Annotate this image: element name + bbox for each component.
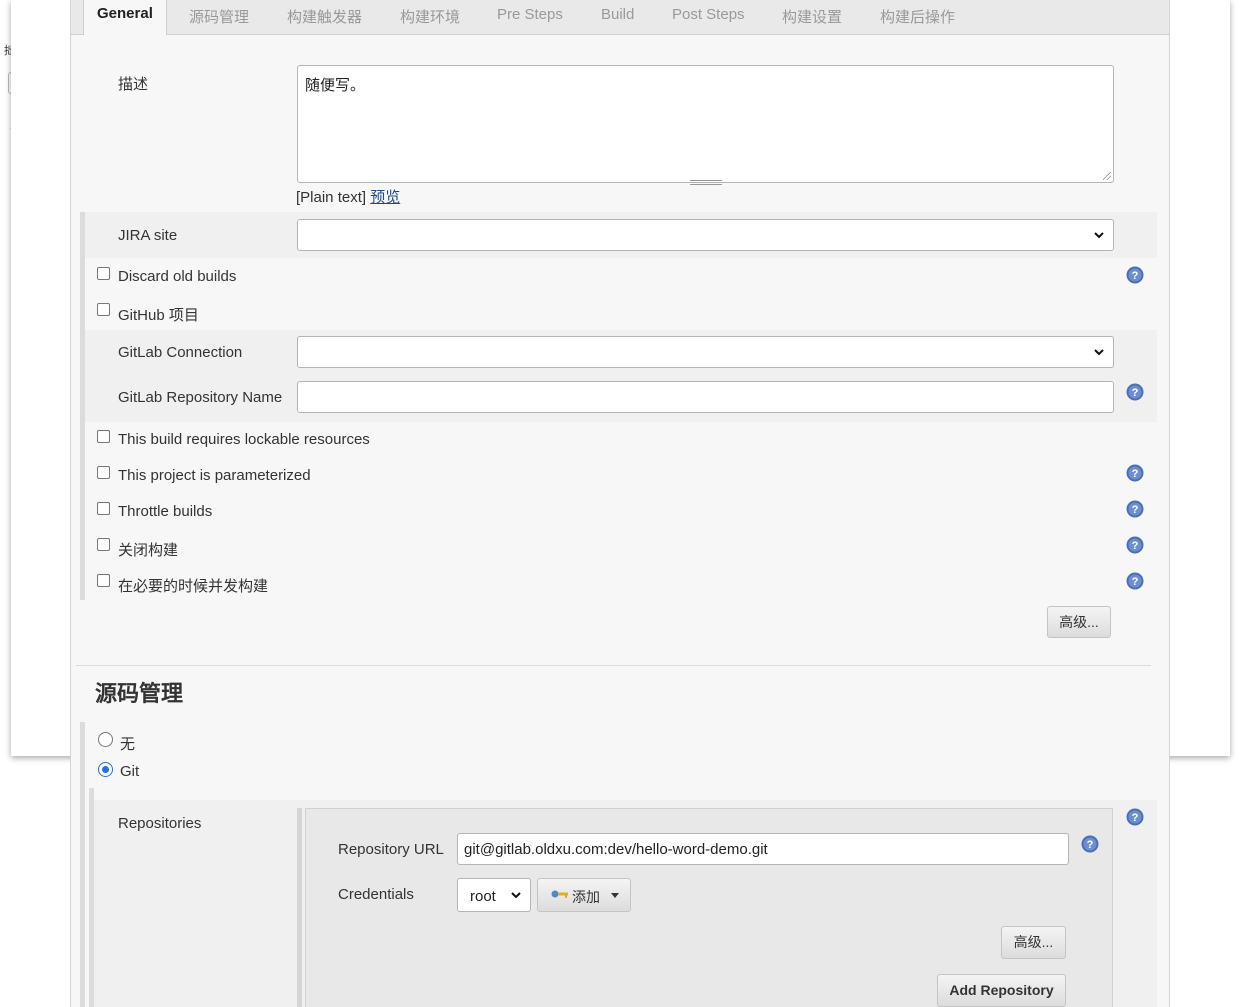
repositories-label: Repositories	[118, 815, 202, 832]
tab-build-env[interactable]: 构建环境	[400, 6, 460, 27]
chevron-down-icon	[511, 892, 521, 899]
repository-url-input[interactable]	[457, 833, 1069, 865]
scm-section-title: 源码管理	[95, 681, 184, 706]
disable-build-label: 关闭构建	[118, 542, 179, 559]
svg-text:?: ?	[1087, 839, 1094, 851]
help-icon[interactable]: ?	[1126, 500, 1144, 518]
preview-link[interactable]: 预览	[370, 189, 400, 206]
tab-pre-steps[interactable]: Pre Steps	[497, 6, 563, 23]
general-advanced-button[interactable]: 高级...	[1047, 606, 1111, 638]
gitlab-repo-name-input[interactable]	[297, 381, 1114, 413]
tab-post-build-actions[interactable]: 构建后操作	[880, 6, 955, 27]
credentials-label: Credentials	[338, 886, 414, 903]
help-icon[interactable]: ?	[1126, 464, 1144, 482]
lockable-resources-checkbox[interactable]	[97, 430, 110, 443]
jira-site-select[interactable]	[297, 219, 1114, 251]
discard-old-builds-label: Discard old builds	[118, 268, 237, 285]
parameterized-label: This project is parameterized	[118, 467, 311, 484]
tab-post-steps[interactable]: Post Steps	[672, 6, 745, 23]
tab-build-triggers[interactable]: 构建触发器	[287, 6, 362, 27]
svg-text:?: ?	[1132, 387, 1139, 399]
tab-general[interactable]: General	[83, 0, 167, 35]
resize-grip-icon[interactable]	[690, 180, 722, 185]
section-divider	[76, 665, 1151, 666]
help-icon[interactable]: ?	[1126, 266, 1144, 284]
add-repository-button[interactable]: Add Repository	[937, 974, 1066, 1007]
chevron-down-icon	[1094, 349, 1104, 356]
description-textarea[interactable]: 随便写。	[297, 65, 1114, 183]
scm-none-label: 无	[120, 736, 136, 753]
concurrent-build-checkbox[interactable]	[97, 574, 110, 587]
credentials-select[interactable]: root	[457, 878, 531, 912]
tab-build[interactable]: Build	[601, 6, 634, 23]
scm-git-radio[interactable]	[98, 762, 113, 777]
svg-text:?: ?	[1132, 468, 1139, 480]
gitlab-connection-select[interactable]	[297, 336, 1114, 368]
repository-advanced-button[interactable]: 高级...	[1001, 926, 1066, 959]
credentials-value: root	[470, 888, 496, 905]
jira-site-label: JIRA site	[118, 227, 178, 244]
help-icon[interactable]: ?	[1126, 572, 1144, 590]
concurrent-build-label: 在必要的时候并发构建	[118, 578, 269, 595]
repository-box-bar	[297, 808, 302, 1007]
config-tabs: General 源码管理 构建触发器 构建环境 Pre Steps Build …	[71, 0, 1169, 35]
add-credentials-label: 添加	[572, 889, 600, 905]
dropdown-caret-icon	[611, 893, 619, 898]
parameterized-checkbox[interactable]	[97, 466, 110, 479]
repository-url-label: Repository URL	[338, 841, 444, 858]
throttle-builds-label: Throttle builds	[118, 503, 213, 520]
gitlab-repo-name-label: GitLab Repository Name	[118, 389, 283, 406]
svg-text:?: ?	[1132, 540, 1139, 552]
svg-text:?: ?	[1132, 576, 1139, 588]
chevron-down-icon	[1094, 232, 1104, 239]
discard-old-builds-checkbox[interactable]	[97, 267, 110, 280]
scm-none-radio[interactable]	[98, 732, 113, 747]
description-label: 描述	[118, 76, 149, 93]
lockable-resources-label: This build requires lockable resources	[118, 431, 370, 448]
github-project-checkbox[interactable]	[97, 303, 110, 316]
gitlab-connection-label: GitLab Connection	[118, 344, 243, 361]
disable-build-checkbox[interactable]	[97, 538, 110, 551]
tab-scm[interactable]: 源码管理	[189, 6, 249, 27]
plain-text-hint: [Plain text] 预览	[296, 186, 400, 207]
tab-build-settings[interactable]: 构建设置	[782, 6, 842, 27]
plain-text-label: [Plain text]	[296, 189, 367, 206]
scm-section-bar	[80, 722, 85, 1007]
help-icon[interactable]: ?	[1126, 808, 1144, 826]
svg-text:?: ?	[1132, 270, 1139, 282]
resize-corner-icon[interactable]	[1103, 172, 1111, 180]
key-icon	[551, 890, 568, 898]
help-icon[interactable]: ?	[1126, 536, 1144, 554]
help-icon[interactable]: ?	[1126, 383, 1144, 401]
github-project-label: GitHub 项目	[118, 307, 199, 324]
svg-text:?: ?	[1132, 812, 1139, 824]
svg-text:?: ?	[1132, 504, 1139, 516]
scm-git-label: Git	[120, 763, 140, 780]
help-icon[interactable]: ?	[1081, 835, 1099, 853]
throttle-builds-checkbox[interactable]	[97, 502, 110, 515]
